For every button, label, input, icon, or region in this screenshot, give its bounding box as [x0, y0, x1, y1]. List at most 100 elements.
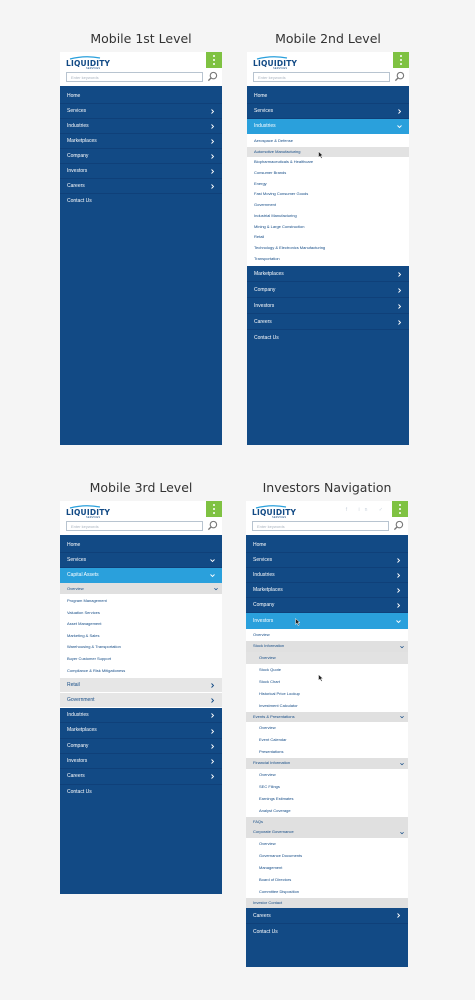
mouse-cursor-icon: [318, 151, 324, 159]
search-input[interactable]: Enter keywords: [252, 521, 389, 531]
nav-item-company[interactable]: Company: [246, 598, 408, 613]
menu-button[interactable]: [392, 501, 408, 517]
submenu-link-valuation-services[interactable]: Valuation Services: [60, 607, 222, 619]
nav-item-industries[interactable]: Industries: [60, 119, 222, 134]
submenu-link-faqs[interactable]: FAQs: [246, 816, 408, 827]
chevron-right-icon: [211, 683, 215, 688]
nav-item-marketplaces[interactable]: Marketplaces: [247, 266, 409, 283]
nav-item-careers[interactable]: Careers: [60, 179, 222, 194]
nav-item-home[interactable]: Home: [60, 538, 222, 553]
search-input[interactable]: Enter keywords: [66, 72, 203, 82]
submenu-link-stock-information[interactable]: Stock Information: [246, 641, 408, 652]
submenu-link-overview[interactable]: Overview: [246, 769, 408, 781]
search-icon[interactable]: [207, 71, 218, 82]
submenu-link-compliance-and-risk-mitigationess[interactable]: Compliance & Risk Mitigationess: [60, 665, 222, 677]
search-input[interactable]: Enter keywords: [66, 521, 203, 531]
nav-item-home[interactable]: Home: [60, 89, 222, 104]
nav-item-company[interactable]: Company: [247, 282, 409, 299]
logo[interactable]: LIQUIDITY SERVICES: [66, 56, 110, 71]
social-icons[interactable]: f in ✓: [346, 507, 388, 513]
submenu-link-government[interactable]: Government: [247, 200, 409, 211]
submenu-link-analyst-coverage[interactable]: Analyst Coverage: [246, 805, 408, 817]
submenu-link-investor-contact[interactable]: Investor Contact: [246, 897, 408, 908]
submenu-link-overview[interactable]: Overview: [246, 722, 408, 734]
nav-item-industries[interactable]: Industries: [246, 568, 408, 583]
submenu-link-biopharmaceuticals-and-healthcare[interactable]: Biopharmaceuticals & Healthcare: [247, 157, 409, 168]
nav-item-company[interactable]: Company: [60, 739, 222, 755]
nav-item-services[interactable]: Services: [60, 104, 222, 119]
submenu-link-board-of-directors[interactable]: Board of Directors: [246, 874, 408, 886]
nav-item-investors[interactable]: Investors: [246, 613, 408, 629]
submenu-link-governance-documents[interactable]: Governance Documents: [246, 850, 408, 862]
menu-button[interactable]: [393, 52, 409, 68]
phone-1st-level: LIQUIDITY SERVICES Enter keywords Home Servi…: [60, 52, 222, 445]
submenu-link-event-calendar[interactable]: Event Calendar: [246, 734, 408, 746]
submenu-link-industrial-manufacturing[interactable]: Industrial Manufacturing: [247, 211, 409, 222]
search-icon[interactable]: [394, 71, 405, 82]
submenu-link-stock-quote[interactable]: Stock Quote: [246, 664, 408, 676]
submenu-link-automotive-manufacturing[interactable]: Automotive Manufacturing: [247, 146, 409, 158]
logo[interactable]: LIQUIDITY SERVICES: [252, 505, 296, 520]
submenu-link-stock-chart[interactable]: Stock Chart: [246, 676, 408, 688]
nav-item-services[interactable]: Services: [60, 553, 222, 568]
submenu-link-earnings-estimates[interactable]: Earnings Estimates: [246, 793, 408, 805]
submenu-link-presentations[interactable]: Presentations: [246, 746, 408, 758]
submenu-link-committee-disposition[interactable]: Committee Disposition: [246, 886, 408, 898]
nav-item-marketplaces[interactable]: Marketplaces: [246, 583, 408, 598]
nav-item-government[interactable]: Government: [60, 693, 222, 709]
submenu-link-overview[interactable]: Overview: [60, 583, 222, 594]
nav-item-contact-us[interactable]: Contact Us: [60, 194, 222, 209]
nav-item-company[interactable]: Company: [60, 149, 222, 164]
nav-item-investors[interactable]: Investors: [60, 754, 222, 770]
search-icon[interactable]: [207, 520, 218, 531]
submenu-link-consumer-brands[interactable]: Consumer Brands: [247, 168, 409, 179]
submenu-link-overview[interactable]: Overview: [246, 838, 408, 850]
submenu-link-historical-price-lookup[interactable]: Historical Price Lookup: [246, 688, 408, 700]
submenu-link-buyer-customer-support[interactable]: Buyer Customer Support: [60, 653, 222, 665]
submenu-link-mining-and-large-construction[interactable]: Mining & Large Construction: [247, 222, 409, 233]
nav-item-industries[interactable]: Industries: [60, 708, 222, 724]
nav-item-capital-assets[interactable]: Capital Assets: [60, 568, 222, 583]
submenu-link-aerospace-and-defense[interactable]: Aerospace & Defense: [247, 136, 409, 147]
submenu-link-technology-and-electronics-manufacturing[interactable]: Technology & Electronics Manufacturing: [247, 243, 409, 254]
submenu-link-fast-moving-consumer-goods[interactable]: Fast Moving Consumer Goods: [247, 189, 409, 200]
submenu-link-retail[interactable]: Retail: [247, 232, 409, 243]
nav-item-careers[interactable]: Careers: [247, 314, 409, 331]
nav-item-services[interactable]: Services: [247, 104, 409, 119]
submenu-link-asset-management[interactable]: Asset Management: [60, 618, 222, 630]
submenu-link-warehousing-and-transportation[interactable]: Warehousing & Transportation: [60, 641, 222, 653]
menu-button[interactable]: [206, 501, 222, 517]
nav-item-investors[interactable]: Investors: [247, 298, 409, 315]
submenu-link-corporate-governance[interactable]: Corporate Governance: [246, 827, 408, 838]
menu-button[interactable]: [206, 52, 222, 68]
nav-item-contact-us[interactable]: Contact Us: [246, 924, 408, 940]
nav-item-services[interactable]: Services: [246, 553, 408, 568]
submenu-link-overview[interactable]: Overview: [246, 629, 408, 641]
submenu-link-marketing-and-sales[interactable]: Marketing & Sales: [60, 630, 222, 642]
nav-item-home[interactable]: Home: [247, 89, 409, 104]
nav-item-investors[interactable]: Investors: [60, 164, 222, 179]
submenu-link-transportation[interactable]: Transportation: [247, 254, 409, 265]
nav-item-contact-us[interactable]: Contact Us: [60, 785, 222, 800]
submenu-link-sec-filings[interactable]: SEC Filings: [246, 781, 408, 793]
chevron-right-icon: [397, 573, 401, 578]
submenu-link-energy[interactable]: Energy: [247, 179, 409, 190]
nav-item-home[interactable]: Home: [246, 538, 408, 553]
logo[interactable]: LIQUIDITY SERVICES: [253, 56, 297, 71]
nav-item-careers[interactable]: Careers: [60, 769, 222, 785]
submenu-link-financial-information[interactable]: Financial Information: [246, 758, 408, 769]
submenu-link-overview[interactable]: Overview: [246, 651, 408, 664]
nav-item-marketplaces[interactable]: Marketplaces: [60, 723, 222, 739]
search-input[interactable]: Enter keywords: [253, 72, 390, 82]
submenu-link-program-management[interactable]: Program Management: [60, 595, 222, 607]
logo[interactable]: LIQUIDITY SERVICES: [66, 505, 110, 520]
submenu-link-investment-calculator[interactable]: Investment Calculator: [246, 700, 408, 712]
submenu-link-events-and-presentations[interactable]: Events & Presentations: [246, 711, 408, 722]
nav-item-retail[interactable]: Retail: [60, 678, 222, 694]
nav-item-careers[interactable]: Careers: [246, 908, 408, 924]
search-icon[interactable]: [393, 520, 404, 531]
nav-item-industries[interactable]: Industries: [247, 119, 409, 134]
submenu-link-management[interactable]: Management: [246, 862, 408, 874]
nav-item-contact-us[interactable]: Contact Us: [247, 330, 409, 346]
nav-item-marketplaces[interactable]: Marketplaces: [60, 134, 222, 149]
